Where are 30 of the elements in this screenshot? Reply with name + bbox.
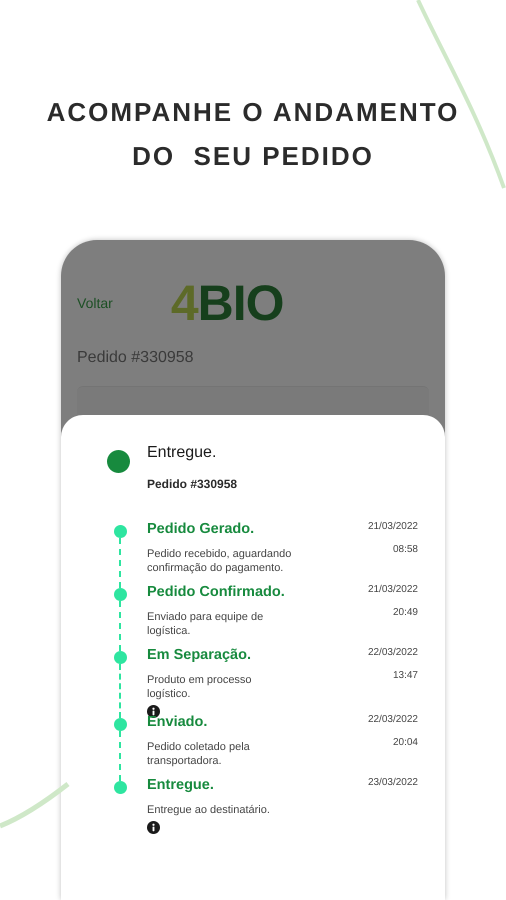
step-time: 08:58: [392, 543, 418, 557]
step-title: Pedido Gerado.: [147, 520, 256, 539]
status-title: Entregue.: [147, 443, 218, 463]
step-title: Enviado.: [147, 712, 208, 732]
step-description: Pedido coletado pela transportadora.: [147, 740, 251, 768]
logo: 4BIO: [170, 278, 284, 328]
order-number: Pedido #330958: [77, 348, 195, 368]
step-description: Entregue ao destinatário.: [147, 802, 271, 816]
step-title: Entregue.: [147, 776, 215, 795]
step-date: 22/03/2022: [368, 646, 418, 660]
timeline-line: [119, 730, 121, 781]
step-date: 21/03/2022: [368, 583, 418, 597]
headline: ACOMPANHE O ANDAMENTO: [46, 96, 460, 129]
step-title: Pedido Confirmado.: [147, 583, 286, 602]
back-link[interactable]: Voltar: [77, 292, 113, 314]
timeline-line: [119, 664, 121, 718]
step-date: 23/03/2022: [368, 776, 418, 790]
order-number: Pedido #330958: [147, 476, 238, 493]
step-time: 20:04: [392, 736, 418, 750]
step-date: 22/03/2022: [368, 712, 418, 727]
headline: DO SEU PEDIDO: [132, 140, 374, 173]
step-description: Enviado para equipe de logística.: [147, 610, 264, 638]
info-icon[interactable]: [147, 820, 160, 834]
step-time: 13:47: [392, 669, 418, 683]
decoration-curve: [0, 780, 70, 830]
step-title: Em Separação.: [147, 646, 252, 665]
step-date: 21/03/2022: [368, 520, 418, 534]
step-time: 20:49: [392, 606, 418, 620]
step-description: Pedido recebido, aguardando confirmação do pagamento.: [147, 546, 292, 575]
step-description: Produto em processo logístico.: [147, 672, 253, 701]
